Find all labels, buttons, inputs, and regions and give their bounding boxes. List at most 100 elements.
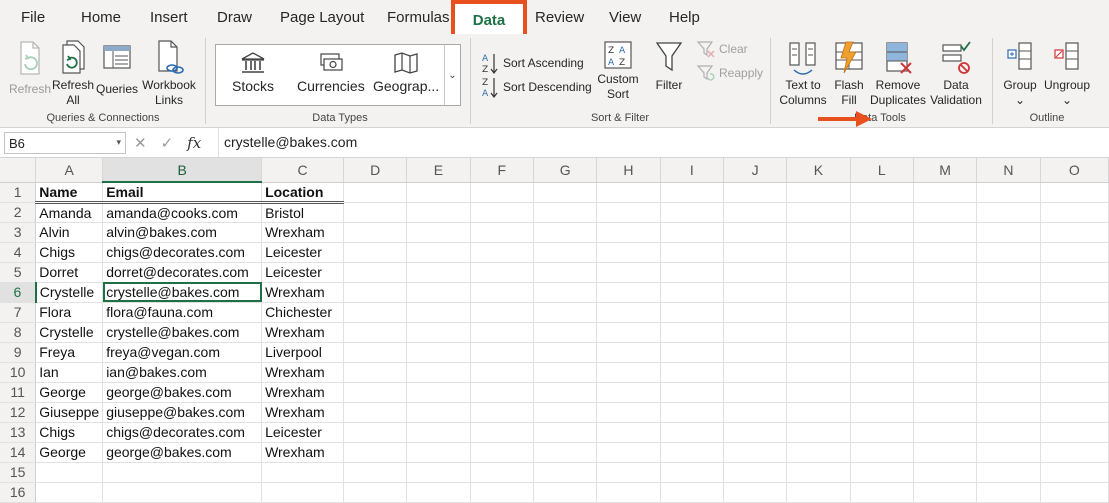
column-header[interactable]: M	[913, 158, 978, 183]
empty-cell[interactable]	[660, 302, 724, 323]
empty-cell[interactable]	[913, 482, 978, 503]
cell-b2[interactable]: amanda@cooks.com	[102, 202, 263, 223]
empty-cell[interactable]	[850, 442, 914, 463]
empty-cell[interactable]	[723, 342, 788, 363]
empty-cell[interactable]	[533, 222, 598, 243]
custom-sort-button[interactable]: Z A A Z Custom Sort	[595, 40, 641, 102]
empty-cell[interactable]	[470, 302, 534, 323]
empty-cell[interactable]	[786, 202, 851, 223]
empty-cell[interactable]	[406, 382, 471, 403]
cell-b3[interactable]: alvin@bakes.com	[102, 222, 263, 243]
empty-cell[interactable]	[976, 262, 1041, 283]
empty-cell[interactable]	[1040, 422, 1109, 443]
empty-cell[interactable]	[533, 202, 598, 223]
empty-cell[interactable]	[406, 462, 471, 483]
empty-cell[interactable]	[850, 462, 914, 483]
empty-cell[interactable]	[976, 442, 1041, 463]
column-header[interactable]: G	[533, 158, 598, 183]
empty-cell[interactable]	[976, 322, 1041, 343]
empty-cell[interactable]	[406, 202, 471, 223]
empty-cell[interactable]	[1040, 382, 1109, 403]
cell-c9[interactable]: Liverpool	[261, 342, 344, 363]
cell-b15[interactable]	[102, 462, 263, 483]
empty-cell[interactable]	[913, 222, 978, 243]
group-button[interactable]: Group ⌄	[1000, 40, 1040, 108]
row-header[interactable]: 8	[0, 322, 37, 343]
refresh-button[interactable]: Refresh	[8, 40, 52, 97]
empty-cell[interactable]	[406, 262, 471, 283]
empty-cell[interactable]	[976, 222, 1041, 243]
empty-cell[interactable]	[1040, 362, 1109, 383]
empty-cell[interactable]	[470, 442, 534, 463]
empty-cell[interactable]	[596, 382, 661, 403]
empty-cell[interactable]	[913, 402, 978, 423]
cell-b11[interactable]: george@bakes.com	[102, 382, 263, 403]
cell-a14[interactable]: George	[35, 442, 104, 463]
empty-cell[interactable]	[723, 422, 788, 443]
empty-cell[interactable]	[470, 222, 534, 243]
cell-a10[interactable]: Ian	[35, 362, 104, 383]
column-header[interactable]: D	[343, 158, 408, 183]
empty-cell[interactable]	[976, 242, 1041, 263]
geography-button[interactable]: Geograp...	[373, 51, 439, 94]
empty-cell[interactable]	[596, 362, 661, 383]
empty-cell[interactable]	[596, 482, 661, 503]
empty-cell[interactable]	[470, 462, 534, 483]
empty-cell[interactable]	[596, 282, 661, 303]
empty-cell[interactable]	[786, 342, 851, 363]
cell-a8[interactable]: Crystelle	[35, 322, 104, 343]
row-header[interactable]: 5	[0, 262, 37, 283]
column-header[interactable]: H	[596, 158, 661, 183]
empty-cell[interactable]	[786, 402, 851, 423]
empty-cell[interactable]	[533, 382, 598, 403]
empty-cell[interactable]	[913, 442, 978, 463]
empty-cell[interactable]	[786, 462, 851, 483]
empty-cell[interactable]	[786, 482, 851, 503]
empty-cell[interactable]	[850, 382, 914, 403]
select-all-corner[interactable]	[0, 158, 37, 183]
empty-cell[interactable]	[1040, 262, 1109, 283]
empty-cell[interactable]	[1040, 282, 1109, 303]
empty-cell[interactable]	[913, 242, 978, 263]
workbook-links-button[interactable]: Workbook Links	[140, 40, 198, 108]
empty-cell[interactable]	[660, 342, 724, 363]
cancel-icon[interactable]: ✕	[134, 134, 147, 152]
cell-a11[interactable]: George	[35, 382, 104, 403]
empty-cell[interactable]	[343, 222, 408, 243]
cell-b5[interactable]: dorret@decorates.com	[102, 262, 263, 283]
stocks-button[interactable]: Stocks	[232, 51, 274, 94]
empty-cell[interactable]	[723, 462, 788, 483]
cell-a7[interactable]: Flora	[35, 302, 104, 323]
empty-cell[interactable]	[660, 482, 724, 503]
empty-cell[interactable]	[660, 402, 724, 423]
empty-cell[interactable]	[660, 382, 724, 403]
empty-cell[interactable]	[660, 362, 724, 383]
empty-cell[interactable]	[533, 362, 598, 383]
cell-a16[interactable]	[35, 482, 104, 503]
empty-cell[interactable]	[723, 202, 788, 223]
reapply-button[interactable]: Reapply	[697, 64, 763, 82]
empty-cell[interactable]	[343, 242, 408, 263]
cell-a3[interactable]: Alvin	[35, 222, 104, 243]
empty-cell[interactable]	[596, 462, 661, 483]
cell-b7[interactable]: flora@fauna.com	[102, 302, 263, 323]
empty-cell[interactable]	[913, 342, 978, 363]
cell-a2[interactable]: Amanda	[35, 202, 104, 223]
empty-cell[interactable]	[723, 362, 788, 383]
empty-cell[interactable]	[723, 262, 788, 283]
row-header[interactable]: 15	[0, 462, 37, 483]
empty-cell[interactable]	[596, 342, 661, 363]
empty-cell[interactable]	[533, 262, 598, 283]
empty-cell[interactable]	[850, 182, 914, 203]
empty-cell[interactable]	[913, 302, 978, 323]
empty-cell[interactable]	[1040, 302, 1109, 323]
cell-b4[interactable]: chigs@decorates.com	[102, 242, 263, 263]
empty-cell[interactable]	[470, 382, 534, 403]
empty-cell[interactable]	[976, 182, 1041, 203]
row-header[interactable]: 14	[0, 442, 37, 463]
empty-cell[interactable]	[343, 402, 408, 423]
empty-cell[interactable]	[786, 322, 851, 343]
column-header[interactable]: J	[723, 158, 788, 183]
empty-cell[interactable]	[406, 242, 471, 263]
empty-cell[interactable]	[850, 482, 914, 503]
